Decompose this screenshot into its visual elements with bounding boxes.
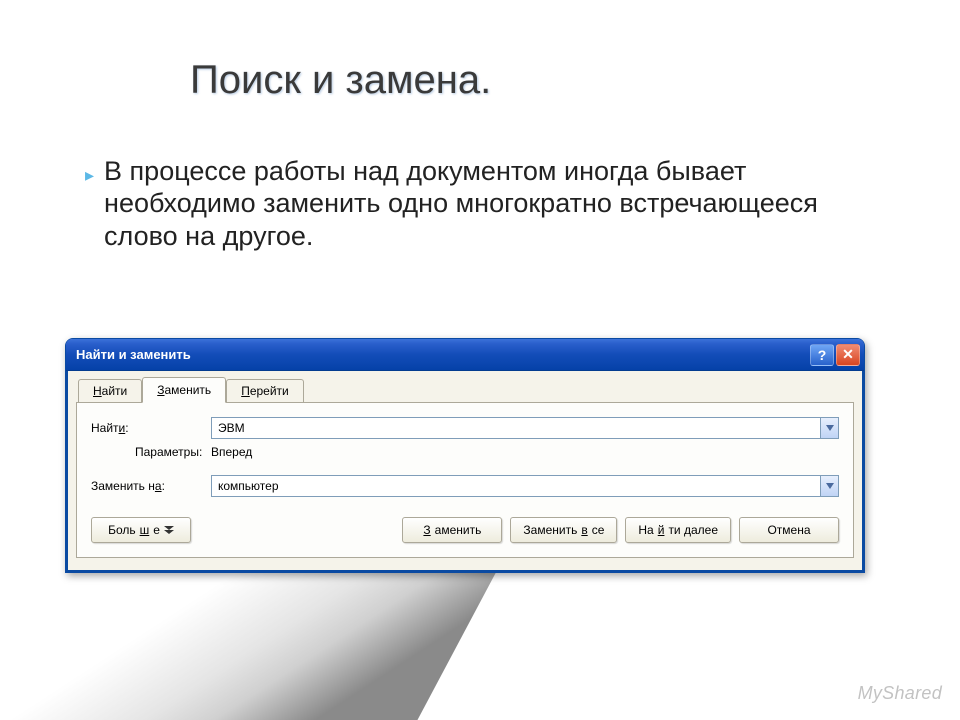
cancel-button[interactable]: Отмена bbox=[739, 517, 839, 543]
tab-replace[interactable]: Заменить bbox=[142, 377, 226, 403]
chevron-down-icon bbox=[826, 483, 834, 489]
expand-down-icon bbox=[164, 525, 174, 535]
options-value: Вперед bbox=[211, 445, 252, 459]
find-combo[interactable] bbox=[211, 417, 839, 439]
tab-goto[interactable]: Перейти bbox=[226, 379, 304, 402]
watermark: MyShared bbox=[858, 683, 942, 704]
find-label: Найти: bbox=[91, 421, 211, 435]
help-icon: ? bbox=[818, 347, 827, 363]
replace-combo[interactable] bbox=[211, 475, 839, 497]
replace-panel: Найти: Параметры: Вперед bbox=[76, 403, 854, 558]
dialog-titlebar[interactable]: Найти и заменить ? ✕ bbox=[66, 339, 864, 371]
replace-button[interactable]: Заменить bbox=[402, 517, 502, 543]
options-label: Параметры: bbox=[91, 445, 211, 459]
find-dropdown-button[interactable] bbox=[820, 418, 838, 438]
help-button[interactable]: ? bbox=[810, 344, 834, 366]
chevron-down-icon bbox=[826, 425, 834, 431]
find-input[interactable] bbox=[212, 418, 820, 438]
chevron-right-icon: ▸ bbox=[85, 165, 94, 186]
replace-label: Заменить на: bbox=[91, 479, 211, 493]
find-next-button[interactable]: Найти далее bbox=[625, 517, 731, 543]
replace-all-button[interactable]: Заменить все bbox=[510, 517, 617, 543]
replace-input[interactable] bbox=[212, 476, 820, 496]
find-replace-dialog: Найти и заменить ? ✕ Найти Заменить П bbox=[65, 338, 865, 573]
dialog-title: Найти и заменить bbox=[76, 347, 191, 362]
close-button[interactable]: ✕ bbox=[836, 344, 860, 366]
more-button[interactable]: Больше bbox=[91, 517, 191, 543]
bullet-text: В процессе работы над документом иногда … bbox=[104, 155, 875, 252]
decorative-shadow bbox=[0, 560, 503, 720]
slide-title: Поиск и замена. bbox=[190, 58, 491, 103]
replace-dropdown-button[interactable] bbox=[820, 476, 838, 496]
tab-find[interactable]: Найти bbox=[78, 379, 142, 402]
tab-strip: Найти Заменить Перейти bbox=[76, 377, 854, 403]
close-icon: ✕ bbox=[842, 346, 854, 363]
bullet-item: ▸ В процессе работы над документом иногд… bbox=[85, 155, 875, 252]
